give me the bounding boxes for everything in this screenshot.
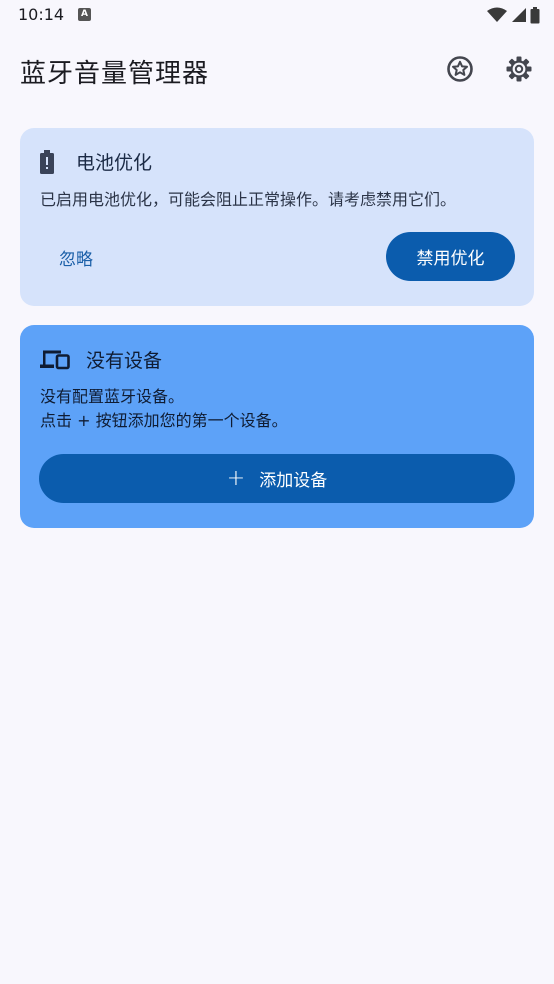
battery-card-message: 已启用电池优化，可能会阻止正常操作。请考虑禁用它们。 xyxy=(40,190,457,209)
app-title: 蓝牙音量管理器 xyxy=(20,59,210,89)
battery-optimization-card: 电池优化 已启用电池优化，可能会阻止正常操作。请考虑禁用它们。 忽略 禁用优化 xyxy=(20,128,534,306)
devices-card-message: 没有配置蓝牙设备。 点击 + 按钮添加您的第一个设备。 xyxy=(40,385,288,433)
wifi-icon xyxy=(487,7,507,22)
no-devices-card: 没有设备 没有配置蓝牙设备。 点击 + 按钮添加您的第一个设备。 + 添加设备 xyxy=(20,325,534,528)
devices-message-line1: 没有配置蓝牙设备。 xyxy=(40,387,185,406)
status-icons xyxy=(487,6,540,24)
devices-card-title: 没有设备 xyxy=(86,350,163,372)
rate-button[interactable] xyxy=(443,52,477,86)
disable-optimization-button[interactable]: 禁用优化 xyxy=(386,232,515,281)
add-device-button[interactable]: + 添加设备 xyxy=(39,454,515,503)
status-bar: 10:14 A xyxy=(0,0,554,30)
battery-icon xyxy=(40,149,54,174)
battery-status-icon xyxy=(530,6,540,23)
signal-icon xyxy=(512,8,526,22)
battery-card-title: 电池优化 xyxy=(76,152,153,174)
add-device-label: 添加设备 xyxy=(259,471,328,491)
gear-icon xyxy=(506,56,532,82)
battery-card-header: 电池优化 xyxy=(40,148,152,175)
devices-icon xyxy=(40,350,70,369)
status-time: 10:14 xyxy=(18,5,65,24)
ignore-button[interactable]: 忽略 xyxy=(44,232,108,282)
devices-message-line2: 点击 + 按钮添加您的第一个设备。 xyxy=(40,411,288,430)
star-icon xyxy=(447,56,473,82)
devices-card-header: 没有设备 xyxy=(40,346,162,373)
notification-icon: A xyxy=(78,8,91,21)
plus-icon: + xyxy=(226,465,246,491)
settings-button[interactable] xyxy=(502,52,536,86)
app-screen: 10:14 A 蓝牙音量管理器 电池优化 已启用电池优化，可能会阻止正常操作。请… xyxy=(0,0,554,984)
